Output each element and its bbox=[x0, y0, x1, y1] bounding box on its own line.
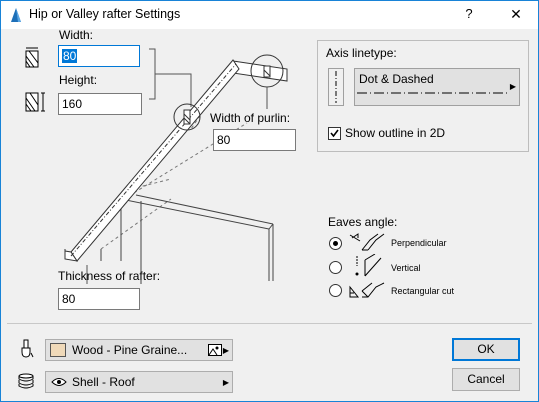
show-outline-checkbox[interactable] bbox=[328, 127, 341, 140]
width-label: Width: bbox=[59, 28, 94, 42]
axis-linetype-group: Axis linetype: Dot & Dashed ▶ Show outli… bbox=[317, 40, 529, 152]
thickness-input[interactable]: 80 bbox=[58, 288, 140, 310]
eaves-rectangular-label: Rectangular cut bbox=[391, 286, 455, 296]
eye-icon bbox=[51, 378, 67, 386]
help-button[interactable]: ? bbox=[459, 6, 479, 21]
linetype-dropdown[interactable]: Dot & Dashed ▶ bbox=[354, 68, 520, 106]
dialog-content: Width: 80 Height: 160 Width of purlin: 8… bbox=[1, 28, 538, 401]
surface-material-dropdown[interactable]: Wood - Pine Graine... ▶ bbox=[45, 339, 233, 361]
perpendicular-cut-icon bbox=[349, 233, 385, 251]
layer-name: Shell - Roof bbox=[72, 375, 135, 389]
purlin-width-label: Width of purlin: bbox=[210, 111, 291, 125]
height-label: Height: bbox=[59, 73, 98, 87]
surface-swatch bbox=[50, 343, 66, 357]
dropdown-arrow-icon: ▶ bbox=[222, 378, 229, 387]
eaves-perpendicular-label: Perpendicular bbox=[391, 238, 447, 248]
image-icon bbox=[208, 344, 222, 356]
vertical-cut-icon bbox=[355, 254, 382, 277]
width-icon bbox=[25, 47, 39, 68]
width-value: 80 bbox=[62, 49, 78, 63]
linetype-name: Dot & Dashed bbox=[359, 72, 434, 86]
eaves-vertical-radio[interactable] bbox=[329, 261, 342, 274]
ok-button[interactable]: OK bbox=[452, 338, 520, 361]
layer-dropdown[interactable]: Shell - Roof ▶ bbox=[45, 371, 233, 393]
title-bar: Hip or Valley rafter Settings ? ✕ bbox=[1, 1, 538, 29]
rectangular-cut-icon bbox=[349, 282, 385, 298]
checkmark-icon bbox=[330, 129, 339, 138]
surface-material-name: Wood - Pine Graine... bbox=[72, 343, 188, 357]
eaves-rectangular-radio[interactable] bbox=[329, 284, 342, 297]
eaves-vertical-label: Vertical bbox=[391, 263, 421, 273]
eaves-angle-label: Eaves angle: bbox=[328, 215, 398, 229]
close-button[interactable]: ✕ bbox=[501, 3, 531, 27]
layers-icon bbox=[18, 373, 34, 389]
cancel-button[interactable]: Cancel bbox=[452, 368, 520, 391]
linetype-preview bbox=[328, 68, 344, 106]
linetype-sample bbox=[357, 92, 509, 94]
purlin-width-input[interactable]: 80 bbox=[213, 129, 296, 151]
dropdown-arrow-icon: ▶ bbox=[222, 346, 229, 355]
height-icon bbox=[25, 92, 45, 112]
thickness-label: Thickness of rafter: bbox=[58, 269, 161, 283]
eaves-perpendicular-radio[interactable] bbox=[329, 237, 342, 250]
dialog-title: Hip or Valley rafter Settings bbox=[29, 7, 181, 21]
paint-brush-icon bbox=[21, 339, 34, 358]
dialog-window: Hip or Valley rafter Settings ? ✕ Width:… bbox=[0, 0, 539, 402]
width-input[interactable]: 80 bbox=[58, 45, 140, 67]
height-input[interactable]: 160 bbox=[58, 93, 142, 115]
axis-linetype-label: Axis linetype: bbox=[326, 46, 397, 60]
app-icon bbox=[11, 8, 21, 22]
divider bbox=[7, 323, 532, 324]
show-outline-label: Show outline in 2D bbox=[345, 126, 446, 140]
dropdown-arrow-icon: ▶ bbox=[509, 82, 516, 91]
